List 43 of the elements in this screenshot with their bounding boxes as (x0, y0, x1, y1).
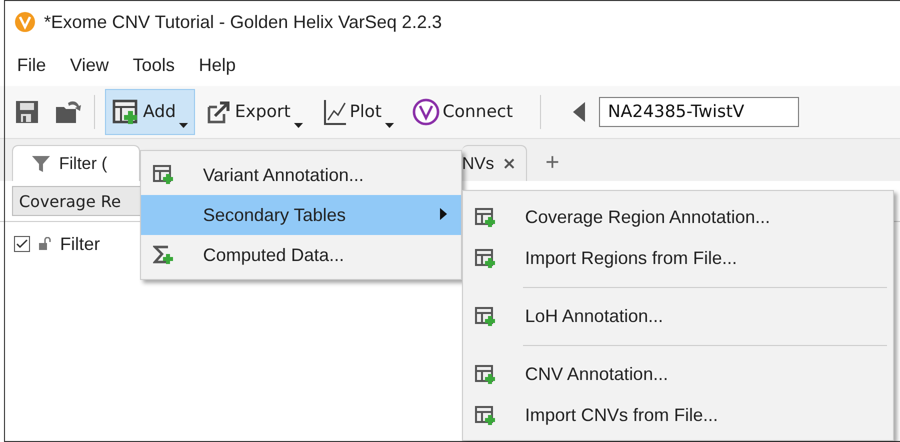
menu-item[interactable]: File (16, 52, 48, 78)
tab-label: NVs (462, 154, 494, 174)
app-logo-icon (14, 11, 36, 33)
tab[interactable]: NVs × (462, 145, 528, 181)
table-add-icon (475, 406, 497, 426)
unlocked-padlock-icon[interactable] (38, 237, 52, 251)
open-folder-icon[interactable] (54, 99, 84, 125)
window-title: *Exome CNV Tutorial - Golden Helix VarSeq 2.2.3 (44, 12, 442, 32)
menu-item[interactable]: Help (198, 52, 237, 78)
left-arrow-icon[interactable] (572, 102, 587, 122)
export-icon (206, 99, 232, 125)
toolbar-button[interactable]: Plot (314, 89, 401, 135)
checkbox[interactable] (14, 236, 30, 252)
filter-label: Filter (60, 234, 100, 254)
toolbar-button[interactable]: Export (198, 89, 310, 135)
menu-item[interactable]: View (69, 52, 110, 78)
menu-item[interactable]: CNV Annotation... (463, 354, 893, 395)
tab[interactable]: Filter ( (12, 145, 140, 181)
sigma-add-icon (153, 245, 175, 265)
table-add-icon (153, 165, 175, 185)
table-add-icon (475, 364, 497, 384)
close-button[interactable]: × (502, 154, 516, 174)
menu-item[interactable]: Variant Annotation... (141, 155, 461, 195)
menu-item[interactable]: LoH Annotation... (463, 296, 893, 337)
save-icon[interactable] (14, 99, 40, 125)
menu-item[interactable]: Import CNVs from File... (463, 395, 893, 436)
funnel-icon (31, 154, 51, 174)
tab-label: Filter ( (59, 154, 108, 174)
coverage-button[interactable]: Coverage Re (12, 186, 142, 216)
toolbar-button[interactable]: Connect (404, 89, 520, 135)
table-add-icon (475, 208, 497, 228)
toolbar-button[interactable]: Add (105, 89, 195, 135)
add-tab-button[interactable]: + (545, 149, 560, 177)
menu-item[interactable]: Tools (132, 52, 176, 78)
table-add-icon (112, 98, 140, 126)
menu-item[interactable]: Coverage Region Annotation... (463, 197, 893, 238)
menu-item[interactable]: Computed Data... (141, 235, 461, 275)
sample-field[interactable]: NA24385-TwistV (598, 97, 799, 127)
menu-item[interactable]: Import Regions from File... (463, 238, 893, 279)
table-add-icon (475, 248, 497, 268)
v-circle-icon (412, 98, 440, 126)
table-add-icon (475, 306, 497, 326)
menu-item[interactable]: Secondary Tables (141, 195, 461, 235)
